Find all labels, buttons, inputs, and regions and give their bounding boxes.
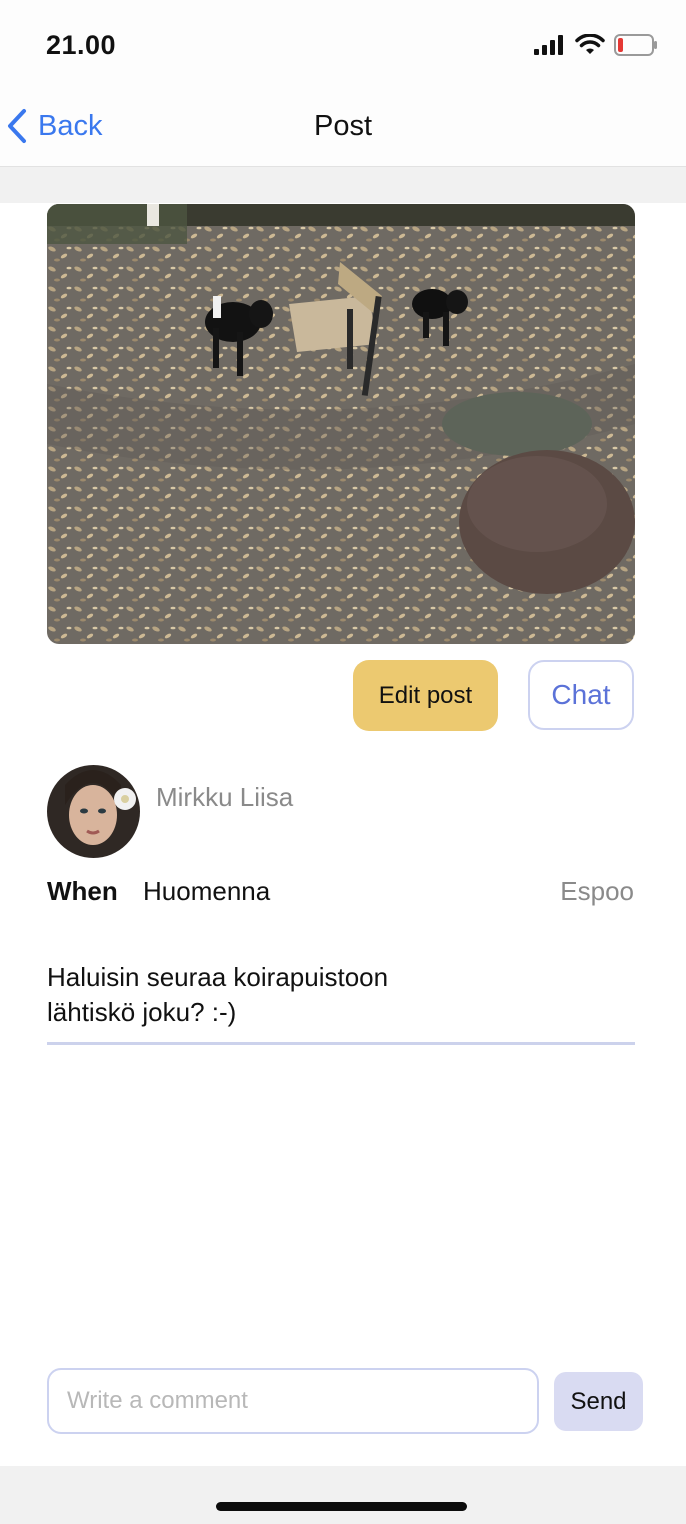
status-bar: 21.00 (0, 0, 686, 92)
post-photo (47, 204, 635, 644)
wifi-icon (575, 34, 605, 54)
when-label: When (47, 876, 118, 906)
battery-low-icon (614, 34, 657, 56)
bottom-bar (0, 1466, 686, 1524)
header-divider (0, 167, 686, 203)
chat-button[interactable]: Chat (528, 660, 634, 730)
author-name: Mirkku Liisa (156, 782, 294, 812)
page-title: Post (313, 110, 373, 142)
home-indicator[interactable] (216, 1502, 467, 1511)
avatar (47, 765, 140, 858)
send-button[interactable]: Send (554, 1372, 643, 1431)
when-value: Huomenna (143, 876, 271, 906)
signal-icon (534, 35, 563, 55)
comment-input[interactable] (47, 1368, 539, 1434)
status-icons (534, 34, 658, 56)
post-message: Haluisin seuraa koirapuistoon lähtiskö j… (47, 960, 635, 1045)
edit-post-button[interactable]: Edit post (353, 660, 498, 731)
status-time: 21.00 (46, 30, 117, 60)
location-label: Espoo (560, 876, 634, 906)
navigation-bar: Back Post (0, 92, 686, 167)
